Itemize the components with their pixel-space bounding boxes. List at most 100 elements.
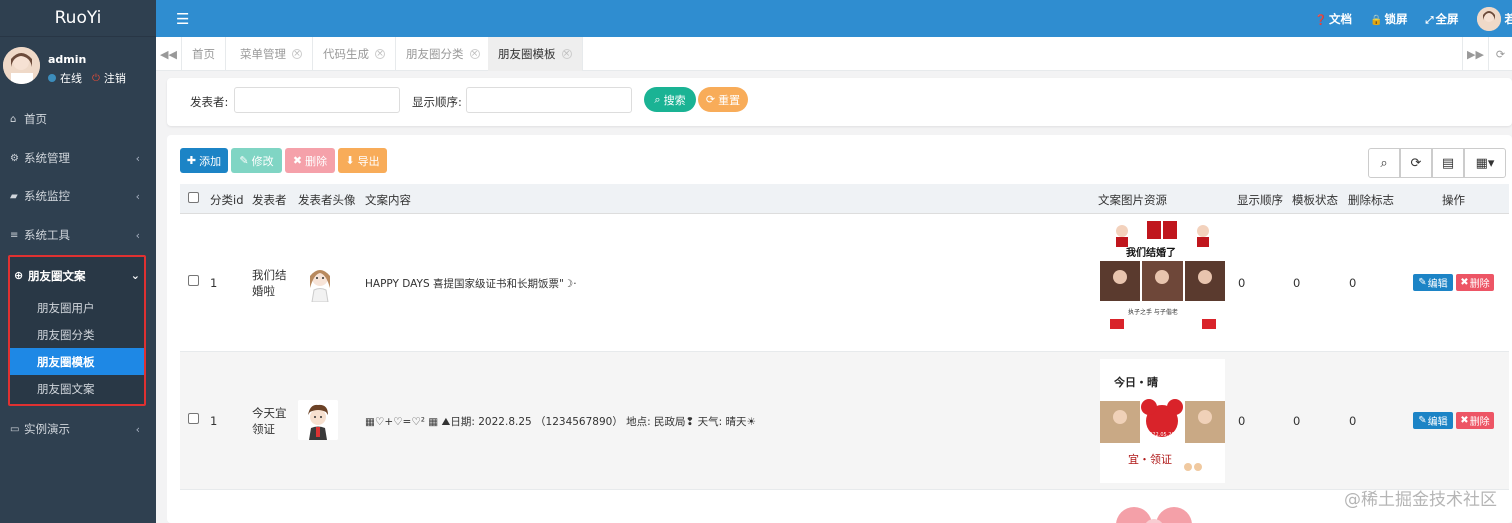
column-header[interactable]: 发表者 bbox=[252, 192, 287, 208]
column-header[interactable]: 显示顺序 bbox=[1237, 192, 1283, 208]
refresh-tab-icon[interactable]: ⟳ bbox=[1488, 37, 1512, 71]
fullscreen-icon: ⤢ bbox=[1425, 14, 1434, 26]
sidebar-item-system-tools[interactable]: ≡ 系统工具 ‹ bbox=[0, 216, 156, 254]
sidebar: RuoYi admin 在线 ⏻ 注销 ⌂ 首页 ⚙ 系统管理 ‹ ▰ 系统监控… bbox=[0, 0, 156, 523]
menu-toggle-icon[interactable]: ☰ bbox=[176, 10, 189, 28]
sidebar-subitem-moments-template[interactable]: 朋友圈模板 bbox=[10, 348, 144, 375]
sidebar-subitem-moments-user[interactable]: 朋友圈用户 bbox=[10, 294, 144, 321]
chevron-down-icon: ⌄ bbox=[130, 269, 140, 282]
publisher: 今天宜领证 bbox=[252, 406, 287, 436]
row-edit-label: 编辑 bbox=[1427, 417, 1448, 428]
fullscreen-link[interactable]: ⤢ 全屏 bbox=[1426, 11, 1459, 27]
logout-link[interactable]: 注销 bbox=[104, 70, 126, 86]
table-search-icon[interactable]: ⌕ bbox=[1368, 148, 1400, 178]
lock-icon: 🔒 bbox=[1370, 14, 1383, 26]
close-icon: ✖ bbox=[292, 154, 303, 167]
tab-moments-template[interactable]: 朋友圈模板 × bbox=[488, 37, 583, 71]
column-header[interactable]: 模板状态 bbox=[1292, 192, 1338, 208]
column-header[interactable]: 文案内容 bbox=[365, 192, 411, 208]
column-header[interactable]: 分类id bbox=[210, 192, 244, 208]
sidebar-group-moments[interactable]: ⊕ 朋友圈文案 ⌄ bbox=[10, 257, 144, 294]
row-delete-label: 删除 bbox=[1469, 279, 1490, 290]
search-icon: ⌕ bbox=[654, 92, 661, 106]
template-status: 0 bbox=[1293, 276, 1301, 290]
search-button[interactable]: ⌕ 搜索 bbox=[644, 87, 696, 112]
avatar bbox=[1476, 6, 1501, 31]
sidebar-item-label: 首页 bbox=[24, 112, 47, 126]
tab-scroll-right-icon[interactable]: ▶▶ bbox=[1462, 37, 1488, 71]
sidebar-subitem-moments-copy[interactable]: 朋友圈文案 bbox=[10, 375, 144, 402]
publisher-input[interactable] bbox=[234, 87, 400, 113]
row-edit-button[interactable]: ✎ 编辑 bbox=[1413, 274, 1453, 291]
close-icon[interactable]: × bbox=[375, 49, 385, 59]
brand-logo[interactable]: RuoYi bbox=[0, 0, 156, 37]
column-header[interactable]: 文案图片资源 bbox=[1098, 192, 1167, 208]
export-button-label: 导出 bbox=[357, 154, 380, 168]
row-delete-button[interactable]: ✖ 删除 bbox=[1456, 412, 1494, 429]
table-row[interactable]: 1 我们结婚啦 HAPPY DAYS 喜提国家级证书和长期饭票"☽· 我们结婚了… bbox=[180, 214, 1509, 352]
edit-icon: ✎ bbox=[1418, 277, 1427, 288]
content-text: ▦♡+♡=♡² ▦ ⛰日期: 2022.8.25 （1234567890） 地点… bbox=[365, 416, 756, 428]
delete-button[interactable]: ✖ 删除 bbox=[285, 148, 335, 173]
sidebar-item-system-monitor[interactable]: ▰ 系统监控 ‹ bbox=[0, 177, 156, 215]
column-header: 操作 bbox=[1442, 193, 1465, 207]
close-icon: ✖ bbox=[1460, 277, 1469, 288]
tab-label: 代码生成 bbox=[323, 47, 369, 61]
avatar[interactable] bbox=[3, 47, 40, 84]
close-icon[interactable]: × bbox=[561, 49, 572, 59]
sidebar-item-home[interactable]: ⌂ 首页 bbox=[0, 100, 156, 138]
lock-label: 锁屏 bbox=[1384, 11, 1408, 26]
desktop-icon: ▭ bbox=[10, 423, 20, 435]
tab-bar: ◀◀ 首页 菜单管理 × 代码生成 × 朋友圈分类 × 朋友圈模板 × ▶▶ ⟳ bbox=[156, 37, 1512, 71]
table-refresh-icon[interactable]: ⟳ bbox=[1400, 148, 1432, 178]
sidebar-item-label: 系统监控 bbox=[24, 189, 70, 203]
question-icon: ❓ bbox=[1314, 14, 1328, 26]
lock-link[interactable]: 🔒 锁屏 bbox=[1370, 11, 1407, 27]
add-button[interactable]: ✚ 添加 bbox=[180, 148, 228, 173]
tab-code-gen[interactable]: 代码生成 × bbox=[313, 37, 396, 71]
chevron-left-icon: ‹ bbox=[135, 228, 140, 242]
top-user-name: 若 bbox=[1504, 11, 1512, 26]
table-row[interactable]: 1 今天宜领证 ▦♡+♡=♡² ▦ ⛰日期: 2022.8.25 （123456… bbox=[180, 352, 1509, 490]
sidebar-subitem-moments-category[interactable]: 朋友圈分类 bbox=[10, 321, 144, 348]
tab-menu-manage[interactable]: 菜单管理 × bbox=[230, 37, 313, 71]
edit-button[interactable]: ✎ 修改 bbox=[231, 148, 282, 173]
user-status: 在线 ⏻ 注销 bbox=[48, 70, 126, 86]
sidebar-item-label: 实例演示 bbox=[24, 422, 70, 436]
export-button[interactable]: ⬇ 导出 bbox=[338, 148, 387, 173]
order-input[interactable] bbox=[466, 87, 632, 113]
row-checkbox[interactable] bbox=[188, 413, 199, 424]
row-edit-button[interactable]: ✎ 编辑 bbox=[1413, 412, 1453, 429]
column-header[interactable]: 发表者头像 bbox=[298, 192, 356, 208]
plus-icon: ✚ bbox=[186, 154, 197, 167]
edit-icon: ✎ bbox=[1418, 415, 1427, 426]
table-columns-icon[interactable]: ▦▾ bbox=[1464, 148, 1506, 178]
sidebar-item-demo[interactable]: ▭ 实例演示 ‹ bbox=[0, 410, 156, 448]
tab-scroll-left-icon[interactable]: ◀◀ bbox=[156, 37, 182, 71]
table-toggle-view-icon[interactable]: ▤ bbox=[1432, 148, 1464, 178]
column-header[interactable]: 删除标志 bbox=[1348, 192, 1394, 208]
docs-link[interactable]: ❓ 文档 bbox=[1315, 11, 1352, 27]
content-text: HAPPY DAYS 喜提国家级证书和长期饭票"☽· bbox=[365, 278, 577, 290]
row-checkbox[interactable] bbox=[188, 275, 199, 286]
display-order: 0 bbox=[1238, 276, 1246, 290]
chevron-left-icon: ‹ bbox=[135, 422, 140, 436]
sidebar-item-label: 系统管理 bbox=[24, 151, 70, 165]
content-image[interactable]: 今日・晴 2022.05.20 宜・领证 bbox=[1100, 359, 1225, 483]
sidebar-item-system-manage[interactable]: ⚙ 系统管理 ‹ bbox=[0, 139, 156, 177]
select-all-checkbox[interactable] bbox=[188, 192, 199, 203]
top-user-menu[interactable]: 若 bbox=[1476, 6, 1512, 31]
publisher-label: 发表者: bbox=[190, 95, 229, 109]
chevron-left-icon: ‹ bbox=[135, 151, 140, 165]
row-delete-button[interactable]: ✖ 删除 bbox=[1456, 274, 1494, 291]
reset-button-label: 重置 bbox=[718, 93, 741, 107]
logout-icon[interactable]: ⏻ bbox=[92, 73, 100, 84]
content-image[interactable]: 我们结婚了 执子之手 与子偕老 bbox=[1100, 219, 1225, 343]
tab-moments-category[interactable]: 朋友圈分类 × bbox=[396, 37, 491, 71]
online-status: 在线 bbox=[60, 72, 82, 85]
tab-home[interactable]: 首页 bbox=[182, 37, 226, 71]
close-icon[interactable]: × bbox=[292, 49, 302, 59]
table-header: 分类id 发表者 发表者头像 文案内容 文案图片资源 显示顺序 模板状态 删除标… bbox=[180, 184, 1509, 214]
reset-button[interactable]: ⟳ 重置 bbox=[698, 87, 748, 112]
close-icon[interactable]: × bbox=[469, 49, 480, 59]
